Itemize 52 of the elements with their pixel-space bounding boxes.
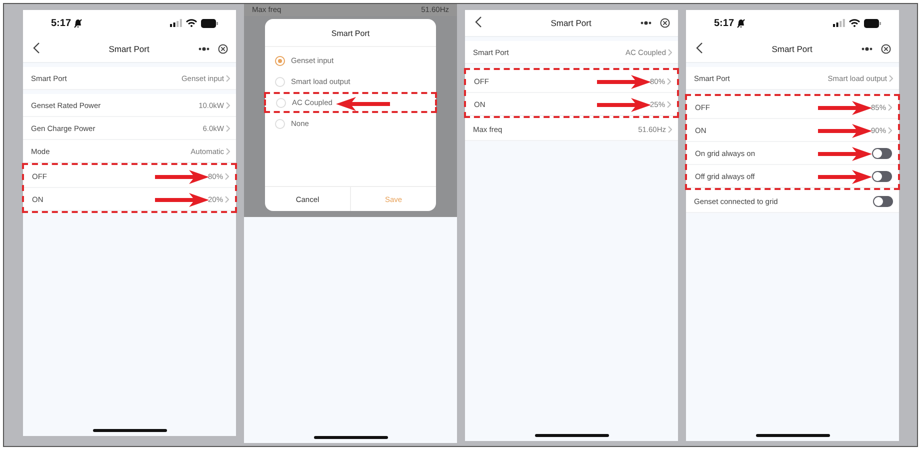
muted-bell-icon — [737, 18, 746, 28]
wifi-icon — [849, 19, 860, 27]
annotation-arrow — [155, 192, 209, 208]
chevron-right-icon — [225, 172, 229, 180]
chevron-right-icon — [888, 104, 892, 110]
annotation-arrow — [818, 146, 872, 162]
chevron-right-icon — [667, 100, 671, 108]
chevron-right-icon — [226, 124, 230, 132]
muted-bell-icon — [74, 18, 82, 28]
close-icon — [218, 44, 228, 54]
more-icon — [861, 47, 873, 51]
annotation-arrow — [597, 74, 651, 90]
chevron-right-icon — [226, 148, 230, 154]
page-title: Smart Port — [108, 44, 150, 54]
chevron-right-icon — [668, 48, 672, 56]
chevron-right-icon — [888, 126, 892, 134]
dialog-title: Smart Port — [265, 19, 436, 47]
battery-icon — [864, 18, 881, 28]
toggle-switch[interactable] — [872, 170, 892, 182]
annotation-arrow — [818, 123, 872, 139]
wifi-icon — [186, 19, 197, 27]
annotation-arrow — [818, 169, 872, 185]
chevron-right-icon — [226, 74, 230, 82]
toggle-switch[interactable] — [872, 148, 892, 158]
annotation-arrow — [818, 100, 872, 116]
chevron-right-icon — [668, 126, 672, 132]
battery-icon — [201, 18, 218, 28]
close-icon — [660, 18, 670, 28]
more-icon — [198, 47, 210, 51]
more-icon — [640, 21, 652, 25]
close-icon — [881, 44, 891, 54]
radio-button[interactable] — [276, 98, 286, 108]
chevron-right-icon — [225, 196, 229, 202]
page-title: Smart Port — [770, 44, 814, 54]
signal-icon — [170, 19, 182, 27]
chevron-right-icon — [889, 74, 893, 82]
radio-button[interactable] — [275, 118, 285, 128]
signal-icon — [833, 19, 845, 27]
back-chevron-icon — [696, 42, 703, 54]
annotation-arrow — [155, 169, 209, 185]
toggle-switch[interactable] — [873, 196, 893, 206]
chevron-right-icon — [226, 102, 230, 108]
radio-button[interactable] — [275, 56, 285, 66]
annotation-arrow — [597, 97, 651, 113]
back-chevron-icon — [33, 42, 40, 54]
annotation-arrow — [336, 96, 390, 112]
status-time: 5:17 — [714, 18, 734, 28]
status-time: 5:17 — [51, 18, 72, 28]
back-chevron-icon — [475, 16, 482, 28]
chevron-right-icon — [667, 78, 671, 84]
page-title: Smart Port — [550, 18, 592, 28]
radio-button[interactable] — [275, 76, 285, 86]
